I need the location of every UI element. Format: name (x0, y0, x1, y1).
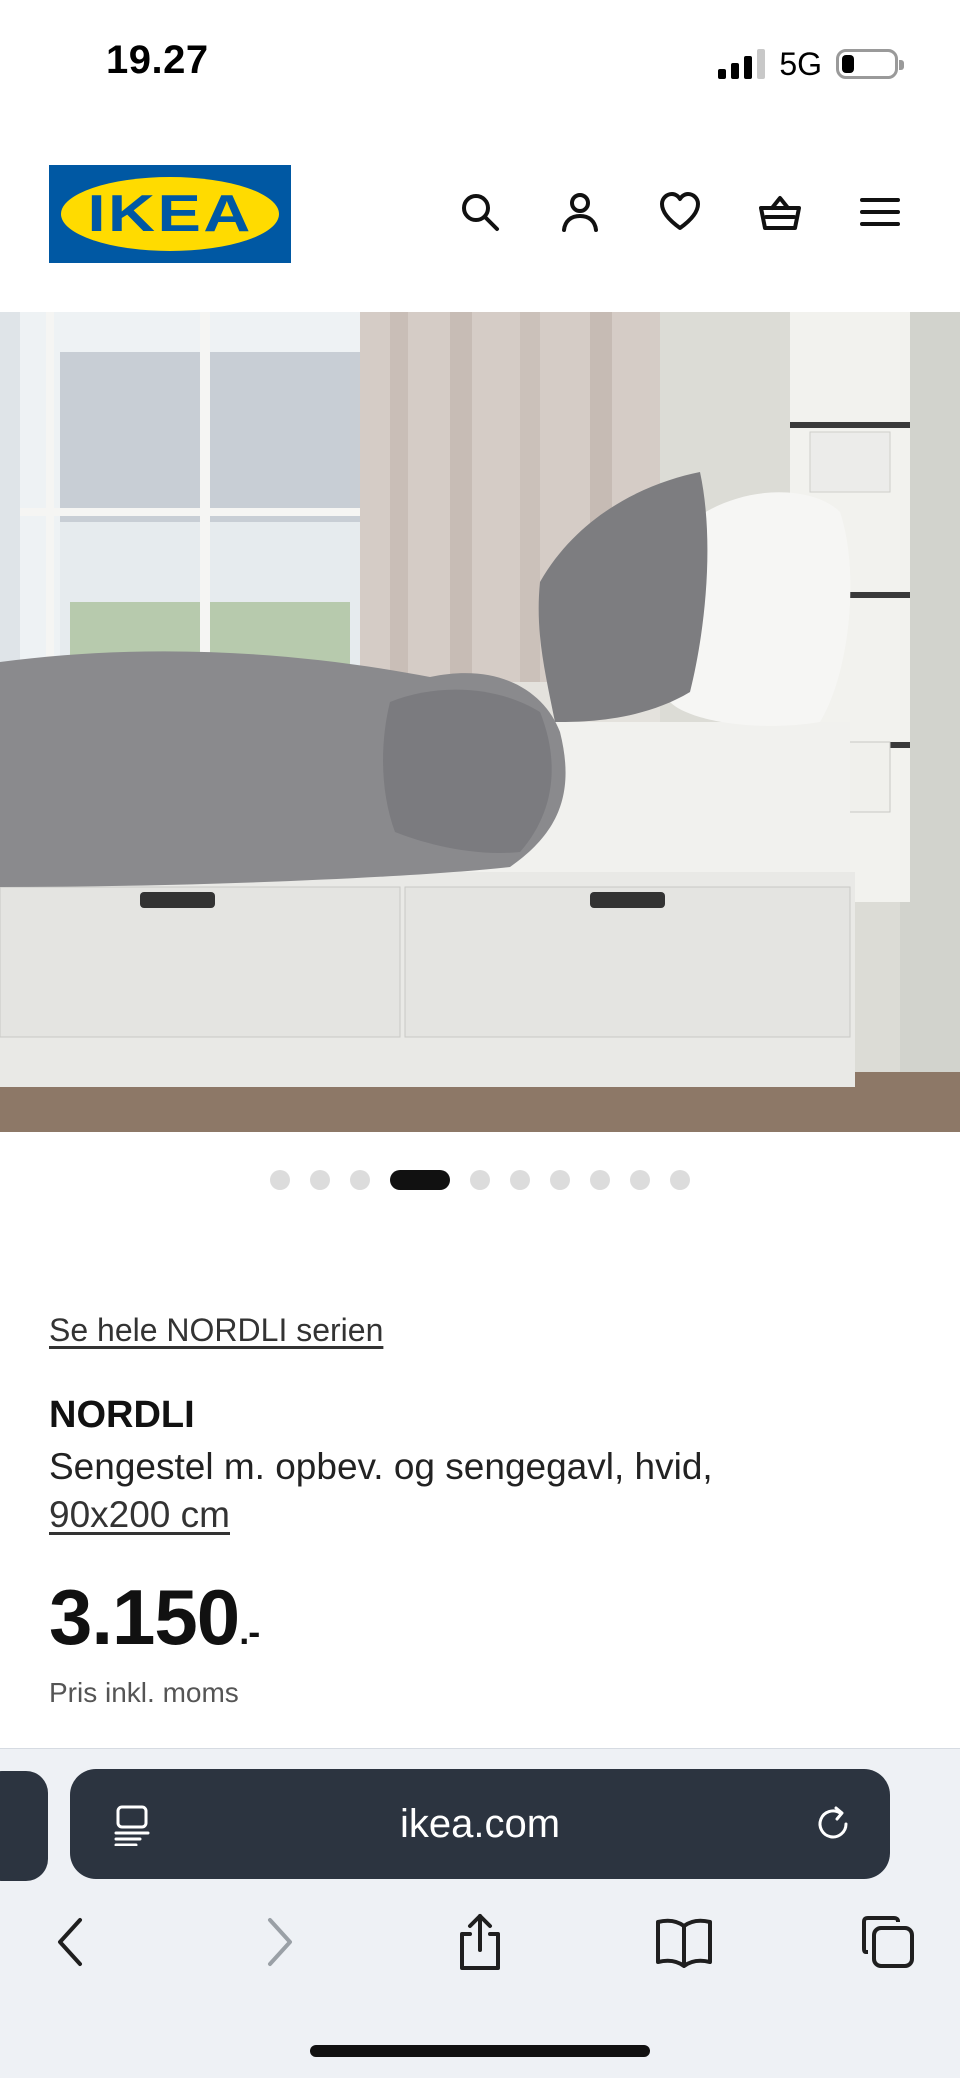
price-note: Pris inkl. moms (49, 1677, 239, 1708)
status-bar: 19.27 5G (0, 0, 960, 130)
carousel-dot-active[interactable] (390, 1170, 450, 1190)
status-time: 19.27 (106, 38, 209, 82)
product-size-link[interactable]: 90x200 cm (49, 1491, 230, 1539)
network-type: 5G (779, 45, 822, 82)
wishlist-icon[interactable] (658, 190, 702, 234)
tabs-icon[interactable] (852, 1906, 924, 1978)
account-icon[interactable] (558, 190, 602, 234)
status-indicators: 5G (718, 44, 904, 84)
carousel-dot[interactable] (550, 1170, 570, 1190)
price-value: 3.150 (49, 1573, 240, 1661)
ikea-logo[interactable]: IKEA (49, 165, 291, 263)
battery-icon (836, 49, 904, 79)
menu-icon[interactable] (858, 190, 902, 234)
share-icon[interactable] (444, 1906, 516, 1978)
home-indicator (310, 2045, 650, 2057)
browser-nav-toolbar (0, 1906, 960, 1978)
carousel-dot[interactable] (590, 1170, 610, 1190)
carousel-dot[interactable] (310, 1170, 330, 1190)
signal-icon (718, 49, 766, 79)
product-description: Sengestel m. opbev. og sengegavl, hvid, … (49, 1443, 909, 1539)
series-link[interactable]: Se hele NORDLI serien (49, 1312, 383, 1349)
page-menu-icon[interactable] (110, 1802, 154, 1846)
header-actions (458, 190, 902, 234)
carousel-dot[interactable] (630, 1170, 650, 1190)
product-price: 3.150.- (49, 1572, 260, 1663)
carousel-dot[interactable] (270, 1170, 290, 1190)
price-suffix: .- (239, 1611, 260, 1652)
logo-text: IKEA (87, 185, 253, 243)
carousel-dot[interactable] (350, 1170, 370, 1190)
url-text[interactable]: ikea.com (70, 1769, 890, 1879)
reload-icon[interactable] (812, 1802, 856, 1846)
product-description-text: Sengestel m. opbev. og sengegavl, hvid, (49, 1446, 713, 1487)
product-name: NORDLI (49, 1394, 195, 1436)
basket-icon[interactable] (758, 190, 802, 234)
carousel-dot[interactable] (510, 1170, 530, 1190)
carousel-dot[interactable] (470, 1170, 490, 1190)
carousel-dot[interactable] (670, 1170, 690, 1190)
address-bar[interactable]: ikea.com (70, 1769, 890, 1879)
previous-tab-preview[interactable] (0, 1771, 48, 1881)
forward-icon[interactable] (242, 1906, 314, 1978)
bookmarks-icon[interactable] (648, 1906, 720, 1978)
image-carousel-dots (0, 1170, 960, 1190)
browser-toolbar: ikea.com (0, 1748, 960, 2078)
search-icon[interactable] (458, 190, 502, 234)
back-icon[interactable] (36, 1906, 108, 1978)
product-image[interactable] (0, 312, 960, 1132)
site-header: IKEA (0, 150, 960, 280)
